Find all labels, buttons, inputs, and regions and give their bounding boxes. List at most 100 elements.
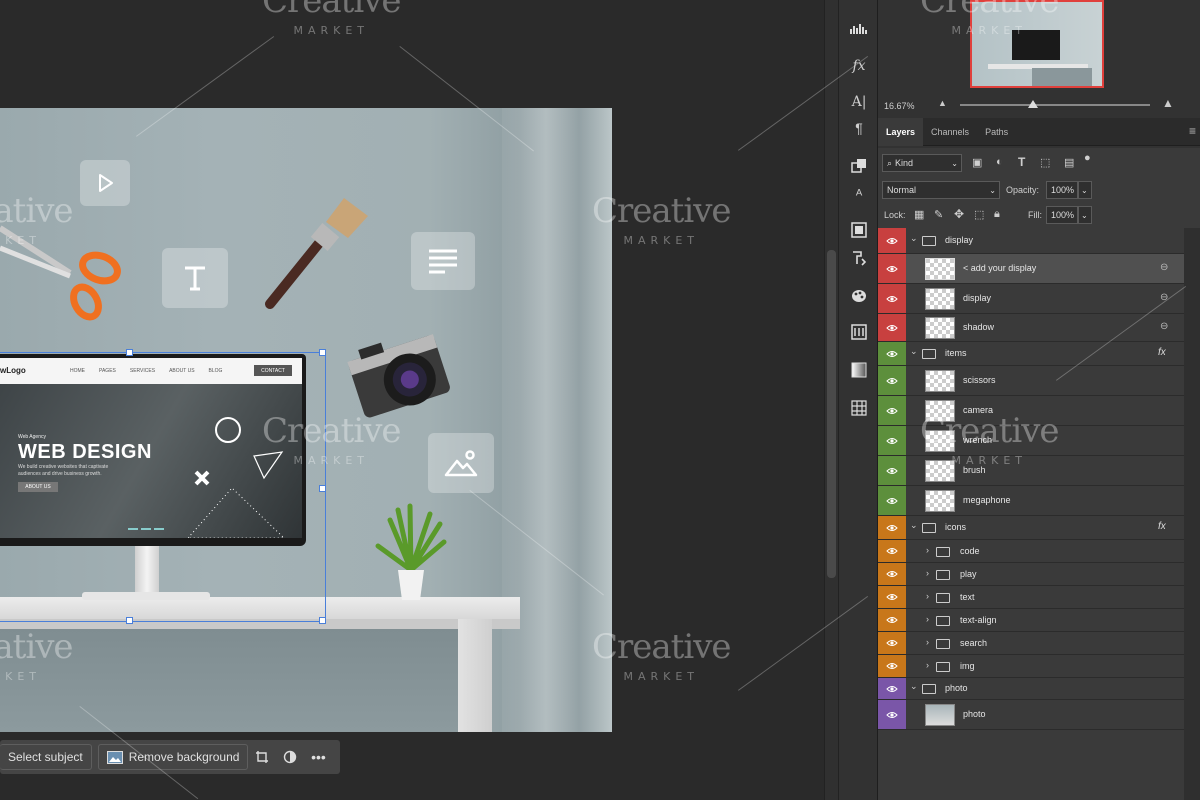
layer-row[interactable]: shadow ⊖ bbox=[878, 314, 1184, 342]
transform-handle[interactable] bbox=[319, 617, 326, 624]
visibility-eye-icon[interactable] bbox=[878, 540, 906, 562]
transform-handle[interactable] bbox=[319, 349, 326, 356]
zoom-out-icon[interactable]: ▲ bbox=[938, 98, 947, 108]
lock-transparent-icon[interactable]: ▦ bbox=[914, 208, 924, 221]
layer-row[interactable]: camera bbox=[878, 396, 1184, 426]
transform-icon[interactable] bbox=[248, 744, 276, 770]
tab-paths[interactable]: Paths bbox=[977, 118, 1016, 146]
gradients-icon[interactable] bbox=[847, 358, 871, 382]
kind-filter-select[interactable]: ⌕ Kind ⌄ bbox=[882, 154, 962, 172]
chevron-right-icon[interactable]: › bbox=[926, 591, 929, 601]
layer-group-row[interactable]: › search bbox=[878, 632, 1184, 655]
layer-group-row[interactable]: ⌄ photo bbox=[878, 678, 1184, 700]
visibility-eye-icon[interactable] bbox=[878, 284, 906, 313]
visibility-eye-icon[interactable] bbox=[878, 228, 906, 253]
layer-group-row[interactable]: › text bbox=[878, 586, 1184, 609]
lock-paint-icon[interactable]: ✎ bbox=[934, 208, 943, 221]
visibility-eye-icon[interactable] bbox=[878, 342, 906, 365]
chevron-down-icon[interactable]: ⌄ bbox=[1078, 206, 1092, 224]
transform-selection[interactable] bbox=[0, 349, 326, 624]
tab-channels[interactable]: Channels bbox=[923, 118, 977, 146]
actions-icon[interactable] bbox=[847, 246, 871, 270]
layer-row[interactable]: scissors bbox=[878, 366, 1184, 396]
lock-all-icon[interactable]: 🔒︎ bbox=[994, 208, 1000, 221]
chevron-down-icon[interactable]: ⌄ bbox=[1078, 181, 1092, 199]
fx-styles-icon[interactable]: fx bbox=[847, 54, 871, 78]
canvas-vertical-scrollbar[interactable] bbox=[824, 0, 838, 800]
character-icon[interactable]: A| bbox=[847, 90, 871, 114]
zoom-level[interactable]: 16.67% bbox=[884, 101, 915, 111]
canvas-area[interactable]: wLogo HOME PAGES SERVICES ABOUT US BLOG … bbox=[0, 0, 824, 800]
layer-group-row[interactable]: ⌄ items fx bbox=[878, 342, 1184, 366]
zoom-slider[interactable] bbox=[960, 104, 1150, 106]
chevron-right-icon[interactable]: › bbox=[926, 660, 929, 670]
filter-adjustment-icon[interactable]: ◐ bbox=[996, 156, 1003, 168]
visibility-eye-icon[interactable] bbox=[878, 366, 906, 395]
zoom-slider-thumb[interactable] bbox=[1028, 100, 1038, 108]
filter-shape-icon[interactable]: ⬚ bbox=[1040, 156, 1050, 169]
layer-group-row[interactable]: › text-align bbox=[878, 609, 1184, 632]
zoom-in-icon[interactable]: ▲ bbox=[1162, 96, 1174, 110]
select-subject-button[interactable]: Select subject bbox=[0, 744, 92, 770]
lock-position-icon[interactable]: ✥ bbox=[954, 207, 964, 221]
remove-background-button[interactable]: Remove background bbox=[97, 744, 249, 770]
chevron-right-icon[interactable]: › bbox=[926, 637, 929, 647]
layer-row[interactable]: wrench bbox=[878, 426, 1184, 456]
transform-handle[interactable] bbox=[126, 617, 133, 624]
layer-group-row[interactable]: ⌄ icons fx bbox=[878, 516, 1184, 540]
visibility-eye-icon[interactable] bbox=[878, 396, 906, 425]
document-canvas[interactable]: wLogo HOME PAGES SERVICES ABOUT US BLOG … bbox=[0, 108, 612, 732]
lock-artboard-icon[interactable]: ⬚ bbox=[974, 208, 984, 221]
transform-handle[interactable] bbox=[126, 349, 133, 356]
clone-source-icon[interactable] bbox=[847, 154, 871, 178]
filter-smart-object-icon[interactable]: ▤ bbox=[1064, 156, 1074, 169]
layer-row[interactable]: brush bbox=[878, 456, 1184, 486]
swatches-icon[interactable] bbox=[847, 218, 871, 242]
visibility-eye-icon[interactable] bbox=[878, 456, 906, 485]
visibility-eye-icon[interactable] bbox=[878, 678, 906, 699]
paragraph-icon[interactable]: ¶ bbox=[847, 116, 871, 140]
visibility-eye-icon[interactable] bbox=[878, 609, 906, 631]
layer-row[interactable]: display ⊖ bbox=[878, 284, 1184, 314]
chevron-down-icon[interactable]: ⌄ bbox=[910, 346, 918, 357]
visibility-eye-icon[interactable] bbox=[878, 254, 906, 283]
layer-group-row[interactable]: › play bbox=[878, 563, 1184, 586]
visibility-eye-icon[interactable] bbox=[878, 655, 906, 677]
visibility-eye-icon[interactable] bbox=[878, 314, 906, 341]
transform-handle[interactable] bbox=[319, 485, 326, 492]
visibility-eye-icon[interactable] bbox=[878, 426, 906, 455]
layer-group-row[interactable]: › img bbox=[878, 655, 1184, 678]
histogram-icon[interactable] bbox=[847, 16, 871, 40]
chevron-down-icon[interactable]: ⌄ bbox=[910, 681, 918, 692]
more-options-button[interactable]: ••• bbox=[304, 744, 332, 770]
visibility-eye-icon[interactable] bbox=[878, 700, 906, 729]
color-palette-icon[interactable] bbox=[847, 284, 871, 308]
layer-group-row[interactable]: ⌄ display bbox=[878, 228, 1184, 254]
layer-row[interactable]: < add your display ⊖ bbox=[878, 254, 1184, 284]
chevron-down-icon[interactable]: ⌄ bbox=[910, 233, 918, 244]
opacity-input[interactable]: 100% bbox=[1046, 181, 1078, 199]
blend-mode-select[interactable]: Normal ⌄ bbox=[882, 181, 1000, 199]
visibility-eye-icon[interactable] bbox=[878, 586, 906, 608]
filter-pixel-icon[interactable]: ▣ bbox=[972, 156, 982, 169]
visibility-eye-icon[interactable] bbox=[878, 516, 906, 539]
layers-scrollbar[interactable] bbox=[1184, 228, 1200, 800]
glyphs-icon[interactable]: ᴬ bbox=[847, 182, 871, 206]
chevron-right-icon[interactable]: › bbox=[926, 545, 929, 555]
chevron-right-icon[interactable]: › bbox=[926, 614, 929, 624]
filter-toggle-icon[interactable]: ● bbox=[1084, 152, 1091, 164]
fx-icon[interactable]: fx bbox=[1158, 347, 1166, 358]
layer-group-row[interactable]: › code bbox=[878, 540, 1184, 563]
adjustments-icon[interactable] bbox=[847, 320, 871, 344]
adjustment-icon[interactable] bbox=[276, 744, 304, 770]
fill-input[interactable]: 100% bbox=[1046, 206, 1078, 224]
fx-icon[interactable]: fx bbox=[1158, 521, 1166, 532]
scrollbar-thumb[interactable] bbox=[827, 250, 836, 578]
visibility-eye-icon[interactable] bbox=[878, 632, 906, 654]
visibility-eye-icon[interactable] bbox=[878, 563, 906, 585]
chevron-down-icon[interactable]: ⌄ bbox=[910, 520, 918, 531]
layer-row[interactable]: photo bbox=[878, 700, 1184, 730]
navigator-thumbnail[interactable] bbox=[970, 0, 1104, 88]
patterns-icon[interactable] bbox=[847, 396, 871, 420]
panel-menu-icon[interactable]: ≡ bbox=[1189, 124, 1196, 138]
